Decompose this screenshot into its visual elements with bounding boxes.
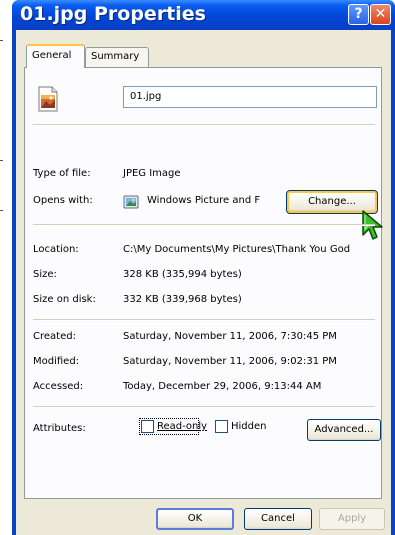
readonly-label[interactable]: Read-only: [157, 421, 207, 432]
divider: [33, 224, 375, 226]
edge-mark: [0, 210, 3, 211]
divider: [33, 124, 375, 126]
opens-with-value: Windows Picture and F: [147, 195, 261, 206]
ok-button[interactable]: OK: [156, 508, 234, 530]
hidden-label[interactable]: Hidden: [231, 421, 266, 432]
type-label: Type of file:: [33, 168, 91, 179]
location-value: C:\My Documents\My Pictures\Thank You Go…: [123, 244, 351, 255]
modified-label: Modified:: [33, 356, 80, 367]
advanced-button[interactable]: Advanced...: [307, 419, 381, 441]
created-value: Saturday, November 11, 2006, 7:30:45 PM: [123, 331, 337, 342]
created-label: Created:: [33, 331, 76, 342]
divider: [33, 406, 375, 408]
edge-mark: [0, 160, 3, 161]
size-label: Size:: [33, 269, 57, 280]
help-button[interactable]: ?: [348, 4, 369, 25]
dialog-client-area: General Summary 01.jpg Type of file: JPE…: [16, 30, 391, 535]
windows-picture-viewer-icon: [123, 195, 139, 209]
size-value: 328 KB (335,994 bytes): [123, 269, 242, 280]
opens-with-label: Opens with:: [33, 195, 93, 206]
file-name-field[interactable]: 01.jpg: [123, 86, 377, 108]
tab-summary[interactable]: Summary: [85, 47, 149, 67]
edge-mark: [0, 40, 3, 41]
apply-button[interactable]: Apply: [319, 508, 385, 530]
readonly-label-text: Read-only: [157, 421, 208, 432]
readonly-checkbox[interactable]: [141, 420, 154, 433]
mouse-pointer-icon: [362, 210, 383, 240]
jpeg-file-icon: [38, 86, 58, 112]
size-on-disk-label: Size on disk:: [33, 294, 96, 305]
title-bar[interactable]: 01.jpg Properties ? ✕: [12, 0, 395, 30]
cancel-button[interactable]: Cancel: [244, 508, 312, 530]
change-button-label: Change...: [308, 196, 356, 207]
window-title: 01.jpg Properties: [20, 3, 206, 25]
accessed-value: Today, December 29, 2006, 9:13:44 AM: [123, 381, 322, 392]
hidden-checkbox[interactable]: [215, 420, 228, 433]
dialog-footer: OK Cancel Apply: [16, 504, 391, 535]
general-tab-panel: 01.jpg Type of file: JPEG Image Opens wi…: [24, 67, 383, 499]
size-on-disk-value: 332 KB (339,968 bytes): [123, 294, 242, 305]
divider: [33, 319, 375, 321]
close-button[interactable]: ✕: [370, 4, 391, 25]
attributes-label: Attributes:: [33, 423, 86, 434]
type-value: JPEG Image: [123, 168, 181, 179]
tab-general[interactable]: General: [26, 44, 85, 68]
location-label: Location:: [33, 244, 79, 255]
properties-dialog: 01.jpg Properties ? ✕ General Summary 01…: [12, 0, 395, 535]
advanced-button-label: Advanced...: [314, 424, 374, 435]
accessed-label: Accessed:: [33, 381, 84, 392]
modified-value: Saturday, November 11, 2006, 9:02:31 PM: [123, 356, 337, 367]
